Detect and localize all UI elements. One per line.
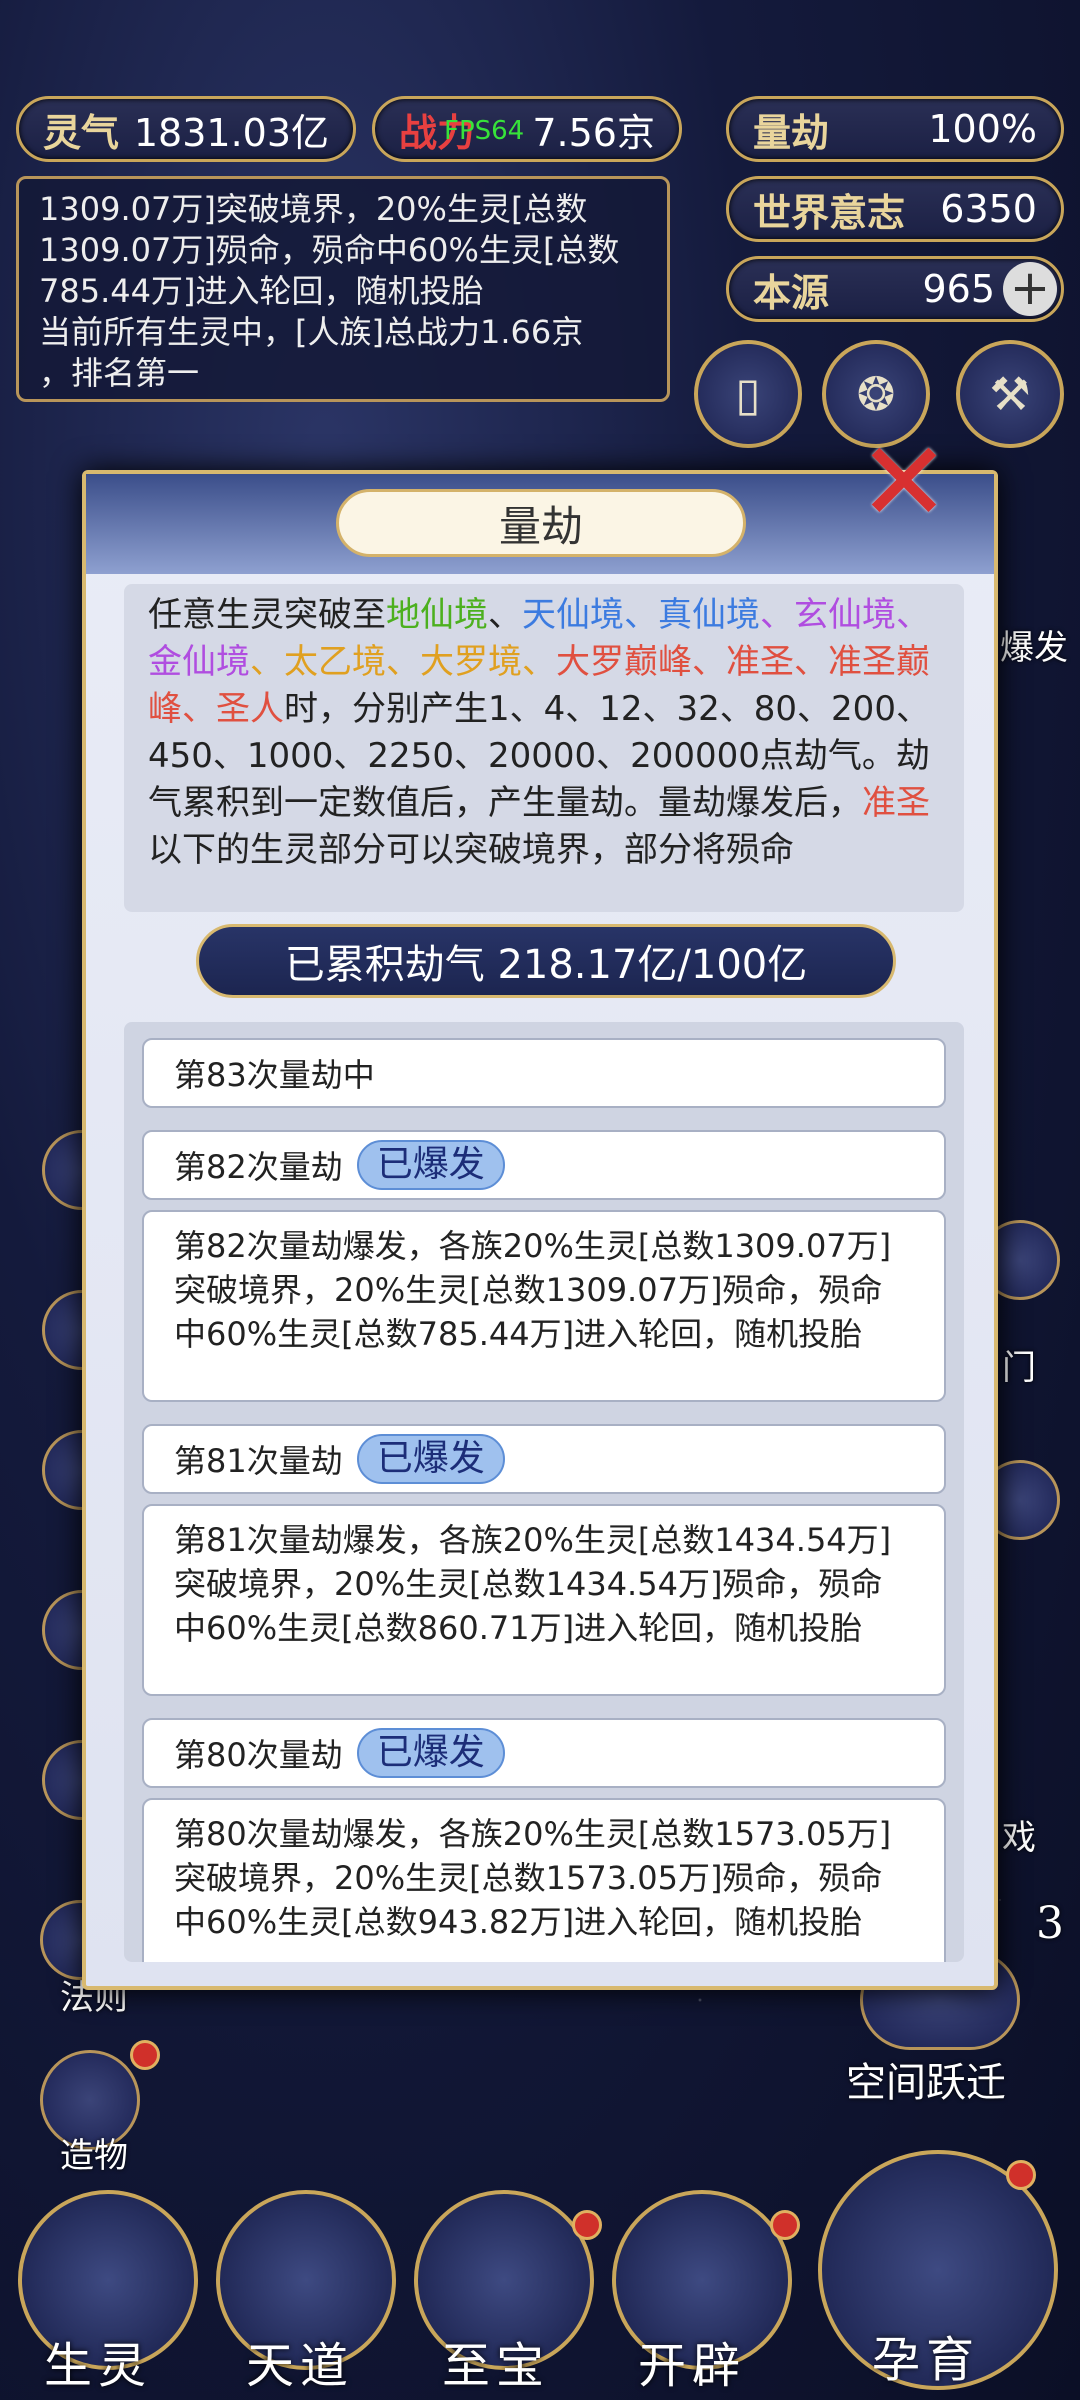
log-line: 1309.07万]殒命，殒命中60%生灵[总数 — [39, 231, 620, 269]
liangjie-resource[interactable]: 量劫 100% — [726, 96, 1064, 162]
realm-text: 地仙境 — [386, 595, 488, 635]
benyuan-label: 本源 — [753, 269, 830, 315]
desc-sep: 、 — [760, 595, 794, 635]
notification-dot — [770, 2210, 800, 2240]
benyuan-value: 965 — [922, 267, 995, 311]
zhanli-resource: 战力 7.56京 — [372, 96, 682, 162]
hammer-icon[interactable]: ⚒ — [956, 340, 1064, 448]
add-benyuan-icon[interactable]: + — [1003, 262, 1057, 316]
liangjie-label: 量劫 — [753, 109, 830, 155]
entry-title: 第82次量劫 — [174, 1148, 343, 1186]
lingqi-label: 灵气 — [43, 109, 120, 155]
notification-dot — [572, 2210, 602, 2240]
accumulated-jieqi-banner: 已累积劫气 218.17亿/100亿 — [196, 924, 896, 998]
entry-title: 第80次量劫 — [174, 1736, 343, 1774]
side-label-3: 3 — [1036, 1898, 1064, 1949]
nav-zhibao-label: 至宝 — [442, 2338, 551, 2394]
realm-text: 玄仙境 — [794, 595, 896, 635]
desc-text: 任意生灵突破至 — [148, 595, 386, 635]
side-label-xi: 戏 — [1002, 1818, 1036, 1858]
log-line: 当前所有生灵中，[人族]总战力1.66京 — [39, 313, 584, 351]
desc-sep: 、 — [182, 689, 216, 729]
desc-sep: 、 — [386, 642, 420, 682]
list-item: 第83次量劫中 — [142, 1038, 946, 1108]
realm-text: 大罗境 — [420, 642, 522, 682]
desc-sep: 、 — [794, 642, 828, 682]
status-badge: 已爆发 — [356, 1728, 505, 1778]
status-badge: 已爆发 — [356, 1140, 505, 1190]
liangjie-dialog: 量劫 任意生灵突破至地仙境、天仙境、真仙境、玄仙境、金仙境、太乙境、大罗境、大罗… — [82, 470, 998, 1990]
list-item: 第82次量劫 已爆发 — [142, 1130, 946, 1200]
liangjie-history-list[interactable]: 第83次量劫中 第82次量劫 已爆发 第82次量劫爆发，各族20%生灵[总数13… — [124, 1022, 964, 1962]
entry-detail: 第80次量劫爆发，各族20%生灵[总数1573.05万]突破境界，20%生灵[总… — [174, 1815, 892, 1941]
benyuan-resource: 本源 965 + — [726, 256, 1064, 322]
list-item-detail: 第81次量劫爆发，各族20%生灵[总数1434.54万]突破境界，20%生灵[总… — [142, 1504, 946, 1696]
liangjie-description: 任意生灵突破至地仙境、天仙境、真仙境、玄仙境、金仙境、太乙境、大罗境、大罗巅峰、… — [124, 584, 964, 912]
fps-counter: FPS64 — [444, 116, 525, 146]
realm-text: 金仙境 — [148, 642, 250, 682]
realm-text: 大罗巅峰 — [556, 642, 692, 682]
world-will-value: 6350 — [940, 187, 1037, 231]
side-label-men: 门 — [1002, 1348, 1036, 1388]
notification-dot — [1006, 2160, 1036, 2190]
entry-detail: 第82次量劫爆发，各族20%生灵[总数1309.07万]突破境界，20%生灵[总… — [174, 1227, 892, 1353]
log-line: ，排名第一 — [39, 354, 200, 392]
nav-kaipi-label: 开辟 — [638, 2338, 747, 2394]
desc-sep: 、 — [624, 595, 658, 635]
status-badge: 已爆发 — [356, 1434, 505, 1484]
log-line: 785.44万]进入轮回，随机投胎 — [39, 272, 484, 310]
realm-text: 准圣 — [862, 783, 930, 823]
entry-detail: 第81次量劫爆发，各族20%生灵[总数1434.54万]突破境界，20%生灵[总… — [174, 1521, 892, 1647]
zhanli-value: 7.56京 — [532, 110, 655, 155]
liangjie-value: 100% — [928, 107, 1037, 151]
log-line: 1309.07万]突破境界，20%生灵[总数 — [39, 190, 588, 228]
list-item-detail: 第80次量劫爆发，各族20%生灵[总数1573.05万]突破境界，20%生灵[总… — [142, 1798, 946, 1962]
entry-title: 第83次量劫中 — [174, 1056, 375, 1094]
lingqi-value: 1831.03亿 — [133, 110, 329, 155]
realm-text: 天仙境 — [522, 595, 624, 635]
close-icon[interactable]: ✕ — [854, 427, 954, 537]
world-will-resource: 世界意志 6350 — [726, 176, 1064, 242]
list-item-detail: 第82次量劫爆发，各族20%生灵[总数1309.07万]突破境界，20%生灵[总… — [142, 1210, 946, 1402]
event-log: 1309.07万]突破境界，20%生灵[总数 1309.07万]殒命，殒命中60… — [16, 176, 670, 402]
space-jump-label[interactable]: 空间跃迁 — [846, 2050, 1006, 2108]
entry-title: 第81次量劫 — [174, 1442, 343, 1480]
nav-shengling-label: 生灵 — [44, 2338, 153, 2394]
desc-sep: 、 — [522, 642, 556, 682]
world-will-label: 世界意志 — [753, 189, 906, 235]
list-item: 第81次量劫 已爆发 — [142, 1424, 946, 1494]
desc-sep: 、 — [250, 642, 284, 682]
nav-tiandao-label: 天道 — [246, 2338, 355, 2394]
side-label-baofa: 爆发 — [1000, 628, 1068, 668]
dialog-title: 量劫 — [336, 489, 746, 557]
nav-yunyu-label: 孕育 — [872, 2332, 981, 2388]
desc-text: 以下的生灵部分可以突破境界，部分将殒命 — [148, 830, 794, 870]
book-icon[interactable]: ▯ — [694, 340, 802, 448]
realm-text: 太乙境 — [284, 642, 386, 682]
desc-sep: 、 — [896, 595, 930, 635]
list-item: 第80次量劫 已爆发 — [142, 1718, 946, 1788]
realm-text: 圣人 — [216, 689, 284, 729]
desc-sep: 、 — [488, 595, 522, 635]
realm-text: 真仙境 — [658, 595, 760, 635]
realm-text: 准圣 — [726, 642, 794, 682]
desc-sep: 、 — [692, 642, 726, 682]
notification-dot — [130, 2040, 160, 2070]
lingqi-resource: 灵气 1831.03亿 — [16, 96, 356, 162]
creation-label: 造物 — [60, 2136, 128, 2176]
